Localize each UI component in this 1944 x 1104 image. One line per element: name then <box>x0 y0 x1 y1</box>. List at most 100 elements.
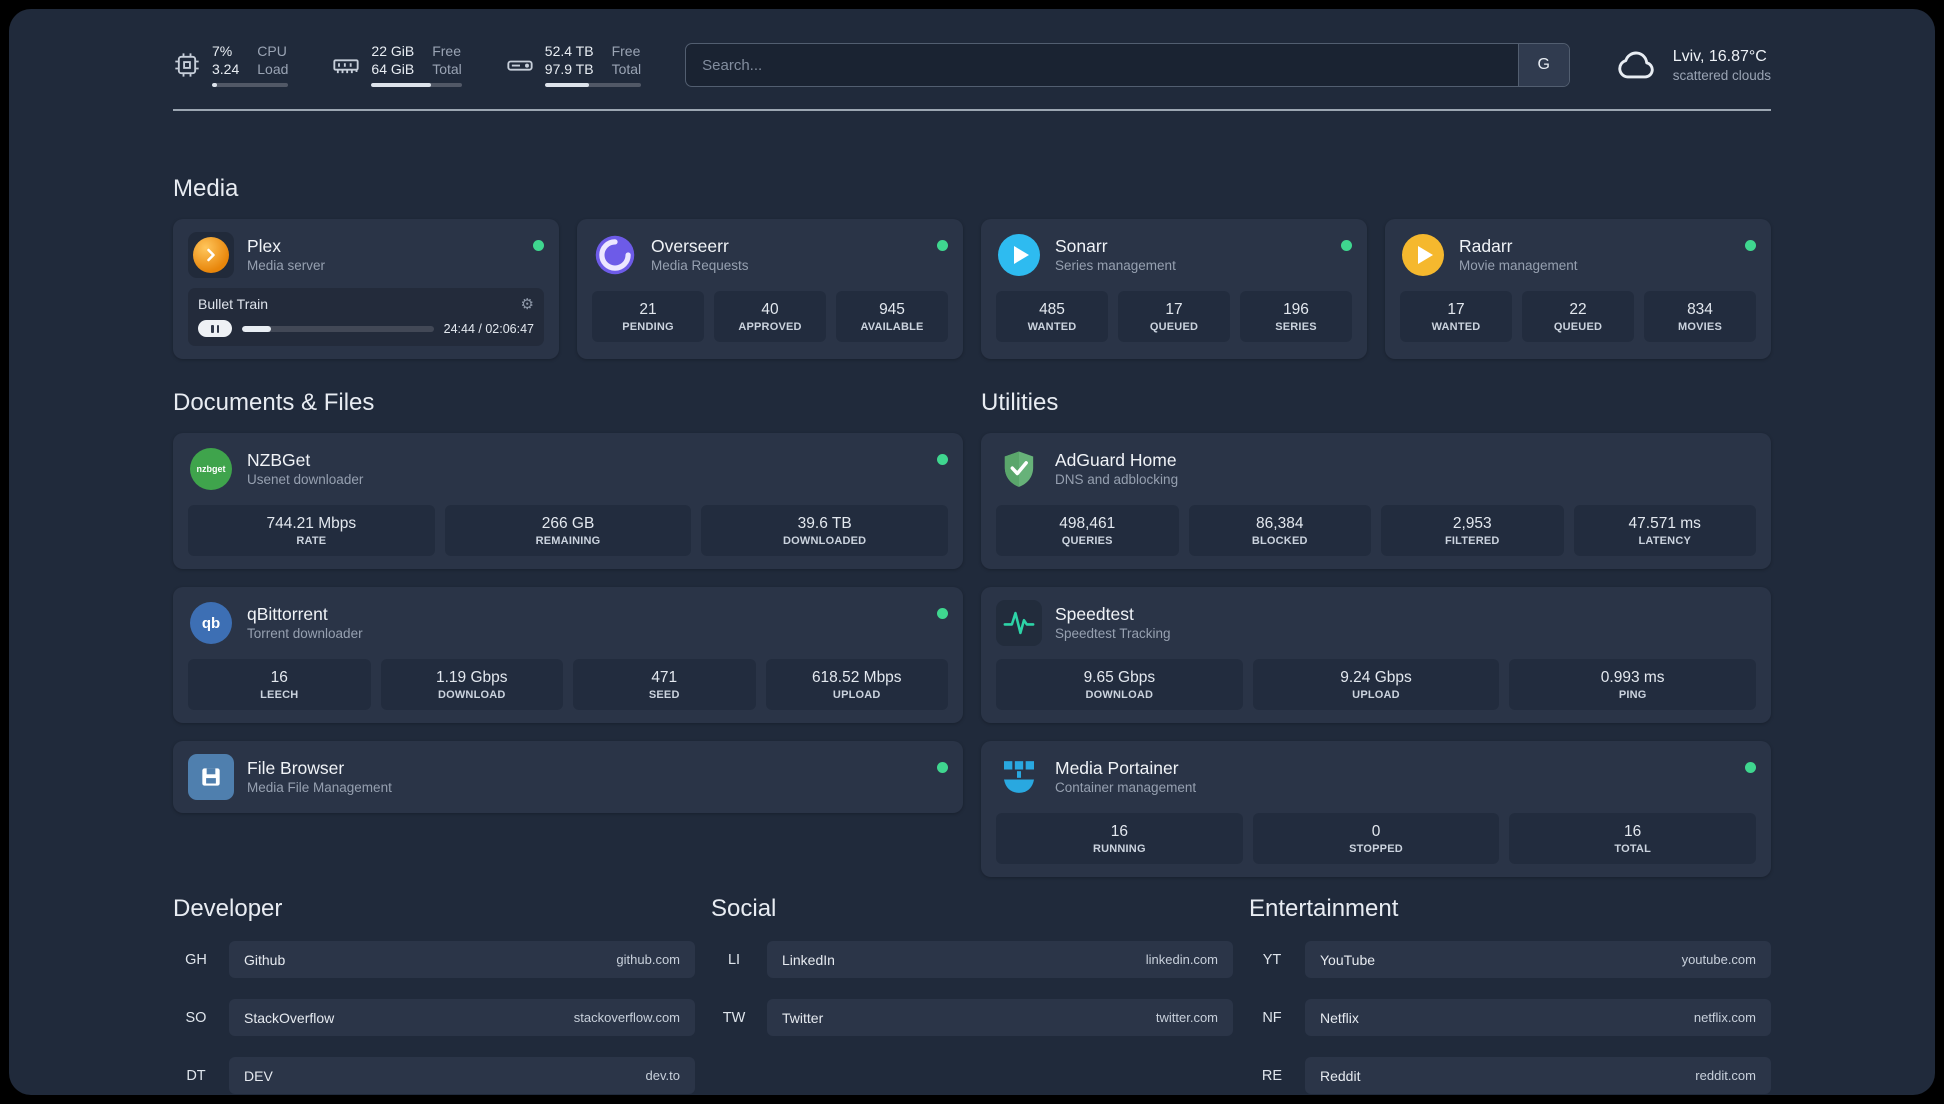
bookmark-abbr: GH <box>185 951 207 968</box>
stat: 485 WANTED <box>996 291 1108 343</box>
bookmark-github[interactable]: GH Github github.com <box>173 941 695 979</box>
filebrowser-card: File Browser Media File Management <box>173 741 963 814</box>
documents-column: nzbget NZBGet Usenet downloader 744.21 M… <box>173 433 963 831</box>
service-description: Torrent downloader <box>247 625 363 641</box>
search-bar: G <box>685 43 1570 87</box>
qbittorrent-header[interactable]: qb qBittorrent Torrent downloader <box>188 600 948 646</box>
stat-value: 744.21 Mbps <box>266 515 357 532</box>
status-indicator <box>1341 240 1352 251</box>
cpu-load-value: 3.24 <box>212 60 240 77</box>
dashboard-page: 7% 3.24 CPU Load 22 GiB 64 GiB Free Total <box>9 9 1935 1095</box>
stat-label: DOWNLOADED <box>783 535 867 548</box>
speedtest-header[interactable]: Speedtest Speedtest Tracking <box>996 600 1756 647</box>
service-description: Movie management <box>1459 257 1578 273</box>
stat-label: UPLOAD <box>832 689 881 702</box>
cpu-progress-bar <box>212 83 289 87</box>
stat-value: 22 <box>1569 301 1587 318</box>
resource-widgets: 7% 3.24 CPU Load 22 GiB 64 GiB Free Total <box>173 43 642 87</box>
speedtest-stats: 9.65 Gbps DOWNLOAD 9.24 Gbps UPLOAD 0.993 … <box>996 659 1757 711</box>
bookmark-domain: github.com <box>616 952 680 968</box>
service-description: Media Requests <box>651 257 749 273</box>
search-input[interactable] <box>686 44 1518 86</box>
section-title-social: Social <box>711 895 777 923</box>
bookmark-linkedin[interactable]: LI LinkedIn linkedin.com <box>711 941 1233 979</box>
bookmark-abbr: LI <box>727 951 741 968</box>
stat-value: 471 <box>651 669 678 687</box>
bookmark-youtube[interactable]: YT YouTube youtube.com <box>1249 941 1771 979</box>
plex-header[interactable]: Plex Media server <box>188 232 544 278</box>
stat: 0.993 ms PING <box>1509 659 1757 711</box>
settings-icon[interactable]: ⚙ <box>521 297 534 312</box>
stat-label: WANTED <box>1027 321 1077 334</box>
service-name: qBittorrent <box>247 603 328 624</box>
developer-bookmarks: GH Github github.com SO StackOverflow stac… <box>173 941 695 1095</box>
bookmark-dev[interactable]: DT DEV dev.to <box>173 1057 695 1095</box>
stat-label: STOPPED <box>1349 843 1403 856</box>
top-bar: 7% 3.24 CPU Load 22 GiB 64 GiB Free Total <box>173 43 1771 87</box>
pause-button[interactable] <box>198 320 232 337</box>
stat-label: WANTED <box>1431 321 1481 334</box>
stat-label: RUNNING <box>1092 843 1146 856</box>
bookmark-reddit[interactable]: RE Reddit reddit.com <box>1249 1057 1771 1095</box>
bookmark-netflix[interactable]: NF Netflix netflix.com <box>1249 999 1771 1037</box>
status-indicator <box>937 762 948 774</box>
bookmark-name: Twitter <box>782 1009 824 1026</box>
stat-value: 47.571 ms <box>1628 515 1701 532</box>
section-title-developer: Developer <box>173 895 283 923</box>
memory-free-label: Free <box>432 43 462 59</box>
stat-value: 16 <box>270 669 288 687</box>
bookmark-name: Github <box>244 951 286 968</box>
cpu-icon <box>173 51 201 79</box>
overseerr-header[interactable]: Overseerr Media Requests <box>592 232 948 278</box>
stat-value: 485 <box>1039 301 1065 318</box>
filebrowser-header[interactable]: File Browser Media File Management <box>188 754 948 801</box>
bookmark-abbr: NF <box>1262 1009 1282 1026</box>
overseerr-card: Overseerr Media Requests 21 PENDING 40 APP… <box>577 219 963 359</box>
playback-progress-track[interactable] <box>242 325 434 332</box>
social-bookmarks: LI LinkedIn linkedin.com TW Twitter twitte… <box>711 941 1233 1095</box>
radarr-header[interactable]: Radarr Movie management <box>1400 232 1756 278</box>
portainer-stats: 16 RUNNING 0 STOPPED 16 TOTAL <box>996 813 1757 865</box>
sonarr-header[interactable]: Sonarr Series management <box>996 232 1352 278</box>
portainer-header[interactable]: Media Portainer Container management <box>996 754 1756 800</box>
stat-label: TOTAL <box>1614 843 1651 856</box>
bookmark-name: Reddit <box>1320 1067 1361 1084</box>
bookmark-stackoverflow[interactable]: SO StackOverflow stackoverflow.com <box>173 999 695 1037</box>
service-description: Container management <box>1055 779 1197 795</box>
utilities-column: AdGuard Home DNS and adblocking 498,461 Q… <box>981 433 1771 895</box>
qbittorrent-stats: 16 LEECH 1.19 Gbps DOWNLOAD 471 SEED 618.52… <box>188 659 948 711</box>
adguard-card: AdGuard Home DNS and adblocking 498,461 Q… <box>981 433 1771 570</box>
stat-value: 1.19 Gbps <box>435 669 508 687</box>
stat-value: 2,953 <box>1452 515 1492 532</box>
cpu-label: CPU <box>257 43 287 59</box>
plex-card: Plex Media server Bullet Train ⚙ 24:44 /… <box>173 219 559 359</box>
stat: 17 QUEUED <box>1118 291 1230 343</box>
cpu-widget: 7% 3.24 CPU Load <box>173 43 289 87</box>
status-indicator <box>937 608 948 620</box>
adguard-header[interactable]: AdGuard Home DNS and adblocking <box>996 446 1756 492</box>
search-provider-button[interactable]: G <box>1517 44 1569 86</box>
service-description: DNS and adblocking <box>1055 471 1179 487</box>
stat-label: QUERIES <box>1061 535 1113 548</box>
portainer-card: Media Portainer Container management 16 R… <box>981 741 1771 878</box>
nzbget-header[interactable]: nzbget NZBGet Usenet downloader <box>188 446 948 492</box>
memory-total-label: Total <box>432 60 462 77</box>
plex-icon <box>188 232 234 278</box>
stat-value: 498,461 <box>1059 515 1116 532</box>
stat: 16 TOTAL <box>1509 813 1757 865</box>
stat: 266 GB REMAINING <box>444 505 692 557</box>
memory-icon <box>332 51 360 79</box>
stat-label: UPLOAD <box>1352 689 1400 702</box>
section-title-media: Media <box>173 175 239 202</box>
stat-value: 834 <box>1687 301 1713 318</box>
sonarr-icon <box>996 232 1042 278</box>
stat-label: LATENCY <box>1638 535 1692 548</box>
memory-total-value: 64 GiB <box>371 60 415 77</box>
bookmark-twitter[interactable]: TW Twitter twitter.com <box>711 999 1233 1037</box>
status-indicator <box>1745 240 1756 251</box>
stat-label: QUEUED <box>1553 321 1603 334</box>
stat: 196 SERIES <box>1240 291 1352 343</box>
qbittorrent-icon: qb <box>188 600 234 646</box>
disk-total-value: 97.9 TB <box>544 60 594 77</box>
stat-label: SEED <box>648 689 680 702</box>
